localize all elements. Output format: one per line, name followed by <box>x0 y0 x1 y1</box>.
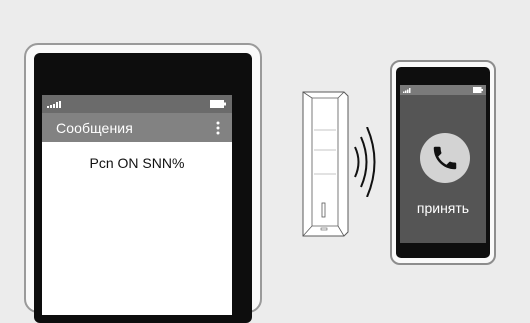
phone-icon <box>433 146 457 170</box>
accept-label: принять <box>416 200 470 216</box>
signal-icon <box>47 101 61 108</box>
left-phone-screen: Сообщения Pcn ON SNN% <box>42 95 232 315</box>
right-phone-bezel: принять <box>396 67 490 258</box>
app-bar: Сообщения <box>42 113 232 142</box>
left-phone: Сообщения Pcn ON SNN% <box>24 43 262 323</box>
left-phone-bezel: Сообщения Pcn ON SNN% <box>34 53 252 323</box>
right-phone-screen: принять <box>400 85 486 243</box>
right-phone: принять <box>390 60 496 265</box>
status-bar <box>42 95 232 113</box>
signal-waves-icon <box>354 127 376 197</box>
message-text: Pcn ON SNN% <box>89 155 185 171</box>
illustration-scene: Сообщения Pcn ON SNN% принять <box>0 0 530 323</box>
accept-call-button[interactable] <box>420 133 470 183</box>
battery-icon <box>473 87 483 93</box>
status-bar <box>400 85 486 95</box>
app-title: Сообщения <box>56 120 133 136</box>
more-vert-icon[interactable] <box>216 121 220 135</box>
signal-icon <box>403 88 411 93</box>
battery-icon <box>210 100 226 108</box>
gsm-device-icon <box>302 91 349 237</box>
